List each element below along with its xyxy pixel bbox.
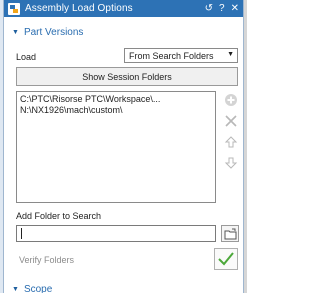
- help-icon[interactable]: ?: [219, 0, 225, 17]
- scope-header[interactable]: ▼ Scope: [12, 284, 52, 293]
- add-folder-button[interactable]: [223, 92, 239, 108]
- part-versions-header[interactable]: ▼ Part Versions: [12, 27, 83, 38]
- arrow-down-icon: [224, 157, 238, 169]
- dialog-title: Assembly Load Options: [25, 3, 133, 14]
- add-folder-input[interactable]: [16, 225, 216, 242]
- browse-folder-button[interactable]: [221, 225, 239, 242]
- collapse-arrow-icon: ▼: [12, 286, 19, 293]
- move-up-button[interactable]: [223, 134, 239, 150]
- folder-browse-icon: [224, 228, 236, 239]
- scope-label: Scope: [23, 284, 53, 293]
- add-folder-label: Add Folder to Search: [16, 211, 102, 221]
- remove-x-icon: [225, 115, 237, 127]
- checkmark-icon: [218, 252, 234, 266]
- arrow-up-icon: [224, 136, 238, 148]
- assembly-icon: [8, 2, 20, 15]
- window-scrollbar[interactable]: [244, 0, 247, 293]
- title-controls: ↺ ? ✕: [205, 0, 239, 17]
- part-versions-label: Part Versions: [23, 27, 84, 38]
- verify-folders-label[interactable]: Verify Folders: [19, 255, 74, 265]
- load-select[interactable]: From Search Folders ▼: [124, 48, 238, 63]
- collapse-arrow-icon: ▼: [12, 29, 19, 36]
- close-icon[interactable]: ✕: [231, 0, 239, 17]
- show-session-folders-button[interactable]: Show Session Folders: [16, 67, 238, 86]
- list-item[interactable]: N:\NX1926\mach\custom\: [20, 105, 212, 116]
- reset-icon[interactable]: ↺: [205, 0, 213, 17]
- assembly-load-options-dialog: Assembly Load Options ↺ ? ✕ ▼ Part Versi…: [3, 0, 244, 293]
- list-action-buttons: [223, 92, 239, 176]
- search-folders-list[interactable]: C:\PTC\Risorse PTC\Workspace\... N:\NX19…: [16, 91, 216, 203]
- remove-folder-button[interactable]: [223, 113, 239, 129]
- text-cursor: [21, 228, 22, 239]
- list-item[interactable]: C:\PTC\Risorse PTC\Workspace\...: [20, 94, 212, 105]
- load-select-value: From Search Folders: [129, 50, 214, 61]
- chevron-down-icon: ▼: [227, 51, 234, 58]
- dialog-titlebar[interactable]: Assembly Load Options ↺ ? ✕: [4, 0, 243, 17]
- verify-ok-button[interactable]: [214, 248, 238, 270]
- move-down-button[interactable]: [223, 155, 239, 171]
- load-label: Load: [16, 52, 37, 62]
- plus-circle-icon: [225, 94, 237, 106]
